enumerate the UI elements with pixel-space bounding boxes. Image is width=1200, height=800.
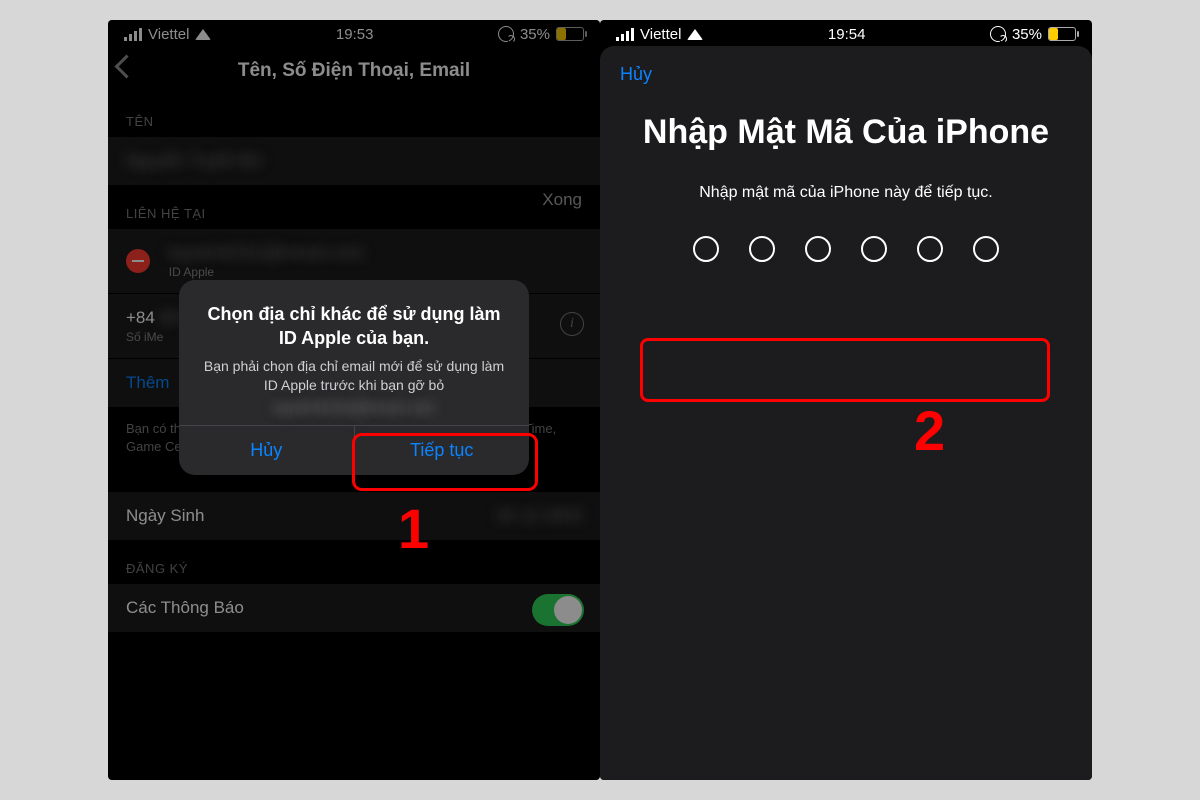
- carrier-label: Viettel: [640, 26, 681, 43]
- passcode-sheet: Hủy Nhập Mật Mã Của iPhone Nhập mật mã c…: [600, 46, 1092, 780]
- annotation-box-2: [640, 338, 1050, 402]
- alert-message: Bạn phải chọn địa chỉ email mới để sử dụ…: [179, 357, 529, 426]
- passcode-title: Nhập Mật Mã Của iPhone: [630, 111, 1062, 154]
- alert-cancel-button[interactable]: Hủy: [179, 426, 354, 475]
- passcode-dot: [805, 236, 831, 262]
- alert-dialog: Chọn địa chỉ khác để sử dụng làm ID Appl…: [179, 280, 529, 475]
- passcode-dot: [693, 236, 719, 262]
- clock: 19:54: [828, 26, 866, 43]
- alert-continue-button[interactable]: Tiếp tục: [354, 426, 530, 475]
- battery-percent: 35%: [1012, 26, 1042, 43]
- wifi-icon: [687, 29, 703, 40]
- passcode-dot: [861, 236, 887, 262]
- screenshot-right: Viettel 19:54 35% Hủy Nhập Mật Mã Của iP…: [600, 20, 1092, 780]
- cancel-button[interactable]: Hủy: [600, 46, 1092, 103]
- passcode-dots[interactable]: [640, 236, 1052, 262]
- orientation-lock-icon: [990, 26, 1006, 42]
- passcode-dot: [749, 236, 775, 262]
- passcode-dot: [917, 236, 943, 262]
- passcode-prompt: Nhập mật mã của iPhone này để tiếp tục.: [620, 184, 1072, 202]
- passcode-dot: [973, 236, 999, 262]
- annotation-number-2: 2: [914, 398, 945, 463]
- alert-title: Chọn địa chỉ khác để sử dụng làm ID Appl…: [179, 280, 529, 357]
- battery-icon: [1048, 27, 1076, 41]
- signal-icon: [616, 28, 634, 41]
- annotation-number-1: 1: [398, 496, 429, 561]
- screenshot-left: Viettel 19:53 35% Tên, Số Điện Thoại, Em…: [108, 20, 600, 780]
- status-bar: Viettel 19:54 35%: [600, 20, 1092, 48]
